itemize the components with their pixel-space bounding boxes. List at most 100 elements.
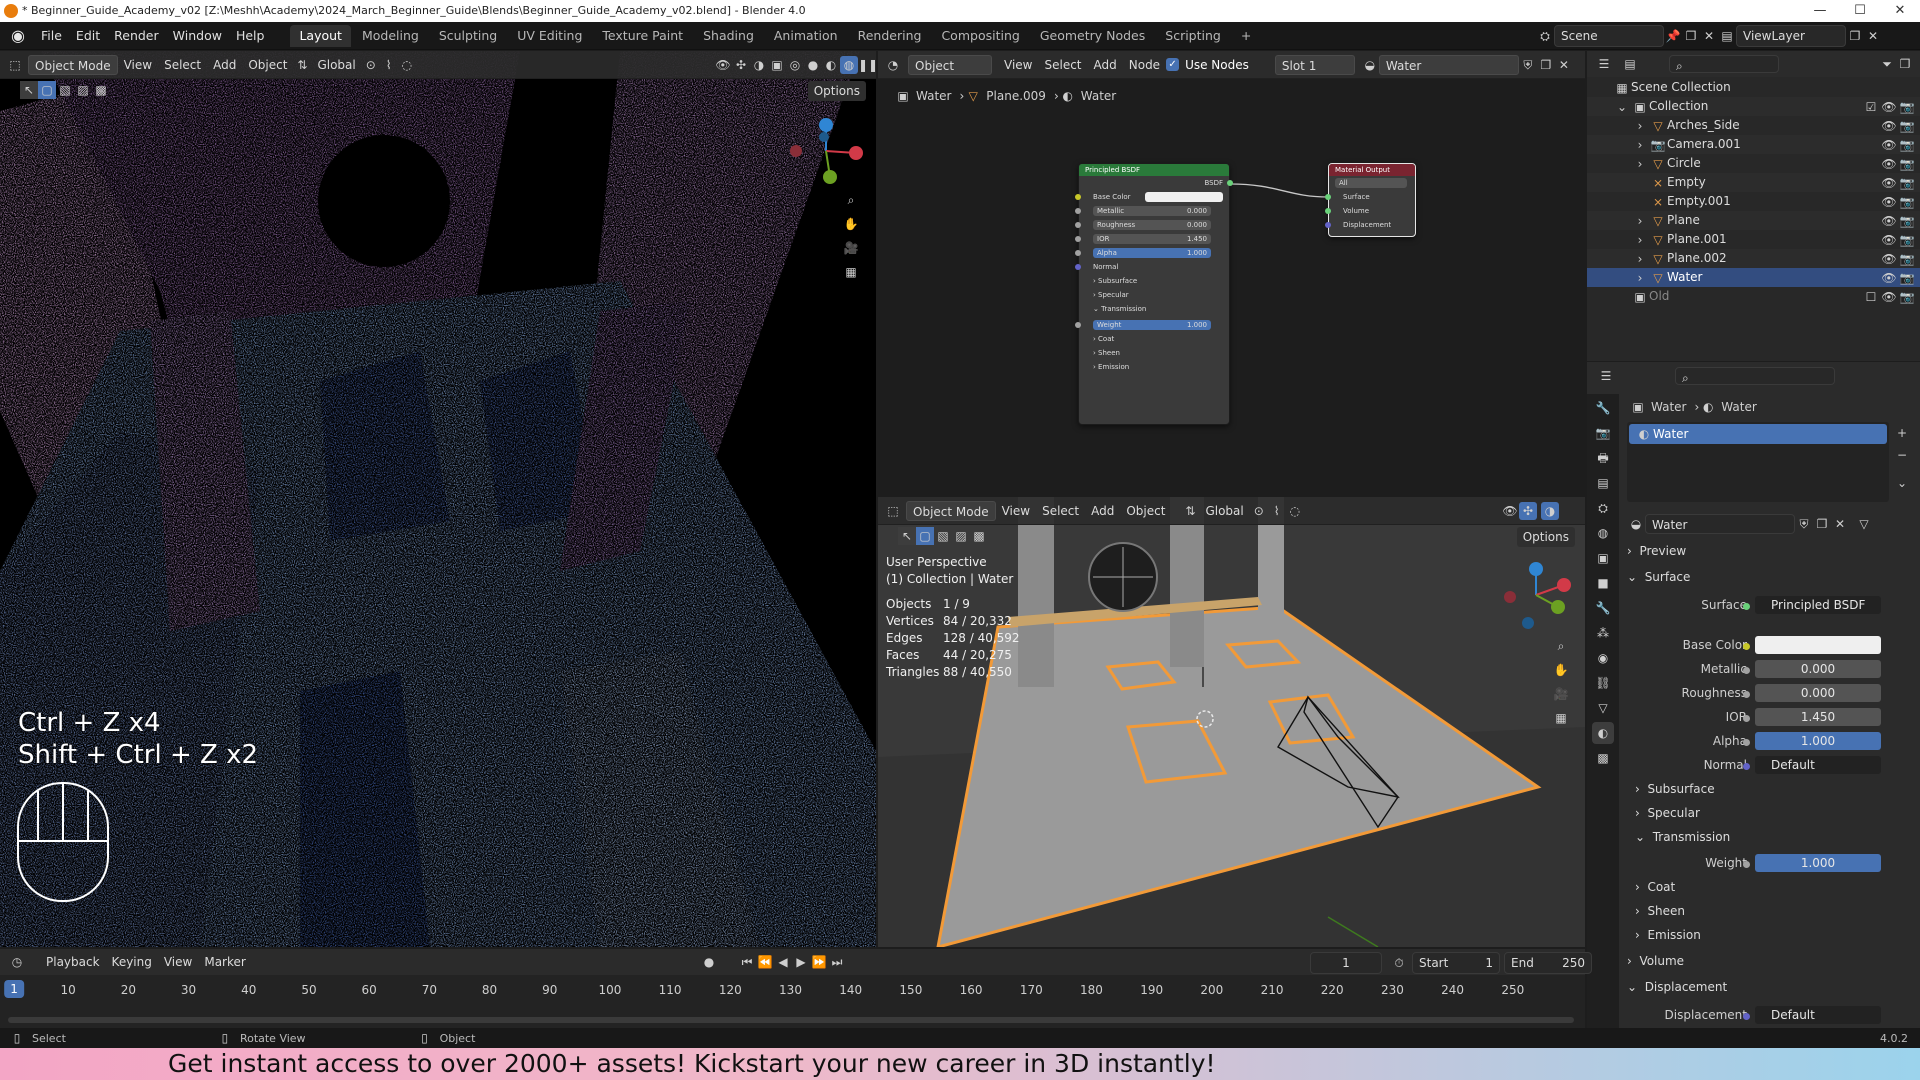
solid-editor-type-icon[interactable]: ⬚ (884, 502, 902, 520)
select-subtract-icon[interactable]: ▨ (74, 81, 92, 99)
solid-select-tool-icon[interactable]: ↖ (898, 527, 916, 545)
play-reverse-icon[interactable]: ◀ (774, 953, 792, 971)
ortho-grid-icon[interactable]: ▦ (842, 263, 860, 281)
solid-overlay-icon[interactable]: ◑ (1541, 501, 1559, 520)
normal-field[interactable]: Default (1755, 756, 1881, 774)
node-weight-value[interactable]: 1.000 (1187, 320, 1207, 330)
metallic-field[interactable]: 0.000 (1755, 660, 1881, 678)
timeline-menu-playback[interactable]: Playback (40, 952, 106, 972)
outliner-search-input[interactable]: ⌕ (1669, 55, 1779, 73)
left-menu-select[interactable]: Select (158, 55, 207, 75)
node-section-transmission[interactable]: ⌄ Transmission (1079, 302, 1229, 316)
expand-chevron-icon[interactable]: › (1631, 136, 1649, 154)
item-visibility-icon[interactable]: 👁 (1880, 155, 1898, 173)
roughness-socket[interactable] (1075, 222, 1081, 228)
menu-edit[interactable]: Edit (69, 22, 107, 50)
props-fake-user-icon[interactable]: ⛨ (1795, 515, 1813, 533)
navigation-gizmo[interactable] (786, 111, 866, 191)
node-section-emission[interactable]: › Emission (1079, 360, 1229, 374)
item-visibility-icon[interactable]: 👁 (1880, 193, 1898, 211)
left-menu-object[interactable]: Object (242, 55, 293, 75)
left-menu-view[interactable]: View (118, 55, 158, 75)
editor-type-icon[interactable]: ⬚ (6, 56, 24, 74)
tab-geometry-nodes[interactable]: Geometry Nodes (1031, 25, 1154, 47)
timeline-menu-keying[interactable]: Keying (106, 952, 158, 972)
solid-orientation-dropdown[interactable]: Global (1199, 501, 1249, 521)
specular-subpanel[interactable]: › Specular (1635, 806, 1700, 820)
tab-layout[interactable]: Layout (290, 24, 351, 47)
output-target-dropdown[interactable]: All (1335, 178, 1407, 188)
solid-select-subtract-icon[interactable]: ▨ (952, 527, 970, 545)
solid-menu-object[interactable]: Object (1120, 501, 1171, 521)
timeline-editor-icon[interactable]: ◷ (8, 953, 26, 971)
properties-editor-icon[interactable]: ☰ (1597, 367, 1615, 385)
node-alpha-value[interactable]: 1.000 (1187, 248, 1207, 258)
item-visibility-icon[interactable]: 👁 (1880, 250, 1898, 268)
scene-selector[interactable]: Scene (1554, 25, 1664, 47)
outliner-item-camera-001[interactable]: › 📷 Camera.001 👁 📷 (1587, 135, 1920, 154)
sheen-subpanel[interactable]: › Sheen (1635, 904, 1685, 918)
overlay-icon[interactable]: ◑ (750, 56, 768, 74)
view-layer-tab-icon[interactable]: ▤ (1592, 472, 1614, 494)
solid-menu-select[interactable]: Select (1036, 501, 1085, 521)
tab-animation[interactable]: Animation (765, 25, 847, 47)
new-collection-icon[interactable]: ❐ (1896, 55, 1914, 73)
pivot-icon[interactable]: ⊙ (362, 56, 380, 74)
left-orientation-dropdown[interactable]: Global (311, 55, 361, 75)
old-render-icon[interactable]: 📷 (1898, 288, 1916, 306)
item-visibility-icon[interactable]: 👁 (1880, 174, 1898, 192)
surface-panel-header[interactable]: ⌄ Surface (1627, 570, 1690, 584)
scene-tab-icon[interactable]: ⛭ (1592, 497, 1614, 519)
solid-camera-view-icon[interactable]: 🎥 (1552, 685, 1570, 703)
menu-window[interactable]: Window (166, 22, 229, 50)
gizmo-icon[interactable]: ✣ (732, 56, 750, 74)
displacement-panel-header[interactable]: ⌄ Displacement (1627, 980, 1727, 994)
material-datablock-name[interactable]: Water (1645, 514, 1795, 534)
material-browse-props-icon[interactable]: ◒ (1627, 515, 1645, 533)
menu-help[interactable]: Help (229, 22, 272, 50)
solid-menu-add[interactable]: Add (1085, 501, 1120, 521)
base-color-socket[interactable] (1075, 194, 1081, 200)
new-scene-icon[interactable]: ❐ (1682, 27, 1700, 45)
render-tab-icon[interactable]: 📷 (1592, 422, 1614, 444)
display-mode-icon[interactable]: ▤ (1621, 55, 1639, 73)
item-render-icon[interactable]: 📷 (1898, 212, 1916, 230)
node-metallic-value[interactable]: 0.000 (1187, 206, 1207, 216)
prev-keyframe-icon[interactable]: ⏪ (756, 953, 774, 971)
weight-socket[interactable] (1075, 322, 1081, 328)
pause-render-icon[interactable]: ❚❚ (858, 56, 876, 74)
delete-view-layer-icon[interactable]: ✕ (1864, 27, 1882, 45)
start-frame-field[interactable]: Start 1 (1412, 952, 1500, 974)
item-render-icon[interactable]: 📷 (1898, 155, 1916, 173)
old-checkbox-icon[interactable]: ☐ (1862, 288, 1880, 306)
node-section-subsurface[interactable]: › Subsurface (1079, 274, 1229, 288)
rendered-viewport[interactable]: ⬚ Object Mode View Select Add Object ⇅ G… (0, 51, 876, 947)
jump-end-icon[interactable]: ⏭ (828, 953, 846, 971)
item-visibility-icon[interactable]: 👁 (1880, 212, 1898, 230)
output-tab-icon[interactable]: 🖶 (1592, 447, 1614, 469)
solid-options-button[interactable]: Options (1516, 527, 1575, 547)
bsdf-output-socket[interactable] (1227, 180, 1233, 186)
expand-chevron-icon[interactable]: › (1631, 117, 1649, 135)
node-ior-value[interactable]: 1.450 (1187, 234, 1207, 244)
jump-start-icon[interactable]: ⏮ (738, 953, 756, 971)
expand-chevron-icon[interactable] (1631, 193, 1649, 211)
solid-ortho-grid-icon[interactable]: ▦ (1552, 709, 1570, 727)
outliner-item-old[interactable]: ▣ Old ☐ 👁 📷 (1587, 287, 1920, 306)
tab-compositing[interactable]: Compositing (932, 25, 1028, 47)
outliner-collection[interactable]: ⌄ ▣ Collection ☑ 👁 📷 (1587, 97, 1920, 116)
expand-chevron-icon[interactable] (1631, 174, 1649, 192)
metallic-socket[interactable] (1075, 208, 1081, 214)
collection-tab-icon[interactable]: ▣ (1592, 547, 1614, 569)
remove-slot-icon[interactable]: − (1893, 446, 1911, 464)
subsurface-subpanel[interactable]: › Subsurface (1635, 782, 1715, 796)
tab-sculpting[interactable]: Sculpting (430, 25, 506, 47)
tab-modeling[interactable]: Modeling (353, 25, 428, 47)
properties-search-input[interactable]: ⌕ (1675, 367, 1835, 385)
surface-shader-field[interactable]: Principled BSDF (1755, 596, 1881, 614)
emission-subpanel[interactable]: › Emission (1635, 928, 1701, 942)
timeline-menu-view[interactable]: View (158, 952, 198, 972)
coat-subpanel[interactable]: › Coat (1635, 880, 1675, 894)
solid-shading-icon[interactable]: ● (804, 56, 822, 74)
expand-chevron-icon[interactable]: › (1631, 269, 1649, 287)
